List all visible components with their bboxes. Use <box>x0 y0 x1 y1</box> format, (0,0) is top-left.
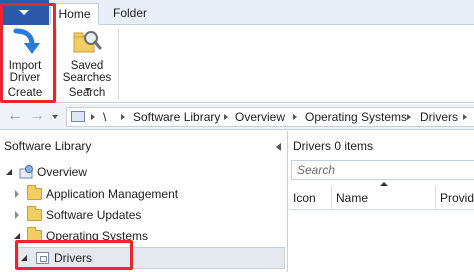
tab-folder[interactable]: Folder <box>104 3 156 25</box>
drivers-highlight <box>15 240 133 270</box>
console-root-icon[interactable] <box>71 111 85 122</box>
tree-item-application-management[interactable]: Application Management <box>0 184 288 204</box>
breadcrumb-drivers[interactable]: Drivers <box>420 108 458 126</box>
breadcrumb: \ Software Library Overview Operating Sy… <box>66 107 474 127</box>
breadcrumb-separator-icon[interactable] <box>121 114 125 120</box>
expand-closed-icon[interactable] <box>13 211 21 219</box>
pane-title: Software Library <box>4 139 92 153</box>
tree-item-label: Application Management <box>46 187 179 201</box>
ribbon-separator <box>118 29 119 99</box>
forward-arrow-icon[interactable]: → <box>28 108 46 126</box>
column-header-icon[interactable]: Icon <box>289 186 332 210</box>
overview-icon <box>19 165 33 179</box>
expand-closed-icon[interactable] <box>13 190 21 198</box>
saved-searches-label-1: Saved <box>70 60 104 72</box>
import-driver-highlight <box>0 3 56 103</box>
expand-open-icon[interactable] <box>5 168 13 176</box>
breadcrumb-separator-icon[interactable] <box>224 114 228 120</box>
tab-home[interactable]: Home <box>50 3 99 25</box>
breadcrumb-root[interactable]: \ <box>103 108 106 126</box>
folder-icon <box>27 206 42 221</box>
history-dropdown-icon[interactable] <box>52 115 58 119</box>
breadcrumb-separator-icon[interactable] <box>293 114 297 120</box>
breadcrumb-operating-systems[interactable]: Operating Systems <box>305 108 407 126</box>
tree-item-software-updates[interactable]: Software Updates <box>0 205 288 225</box>
column-header-provider[interactable]: Provide <box>436 186 474 210</box>
breadcrumb-overview[interactable]: Overview <box>235 108 285 126</box>
search-input[interactable] <box>292 161 474 179</box>
folder-icon <box>27 185 42 200</box>
content-pane: Drivers 0 items Icon Name Provide <box>289 131 474 272</box>
search-box <box>291 160 474 180</box>
saved-searches-icon <box>73 31 102 53</box>
ribbon: Import Driver Create Saved Searches Sear… <box>0 25 474 103</box>
address-bar: ← → \ Software Library Overview Operatin… <box>0 104 474 130</box>
expand-open-icon[interactable] <box>13 232 21 240</box>
collapse-pane-icon[interactable] <box>276 143 281 151</box>
back-arrow-icon[interactable]: ← <box>6 108 24 126</box>
tree-item-overview[interactable]: Overview <box>0 162 288 182</box>
ribbon-separator <box>56 29 57 99</box>
content-title: Drivers 0 items <box>293 139 374 153</box>
breadcrumb-software-library[interactable]: Software Library <box>133 108 220 126</box>
tree-item-label: Software Updates <box>46 208 142 222</box>
column-header-name[interactable]: Name <box>332 186 436 210</box>
ribbon-tab-bar: Home Folder <box>0 0 474 25</box>
breadcrumb-separator-icon[interactable] <box>463 114 467 120</box>
group-label-search: Search <box>68 87 106 99</box>
saved-searches-label-2: Searches <box>62 72 112 84</box>
tree-item-label: Overview <box>37 165 88 179</box>
breadcrumb-separator-icon[interactable] <box>407 114 411 120</box>
breadcrumb-separator-icon[interactable] <box>91 114 95 120</box>
